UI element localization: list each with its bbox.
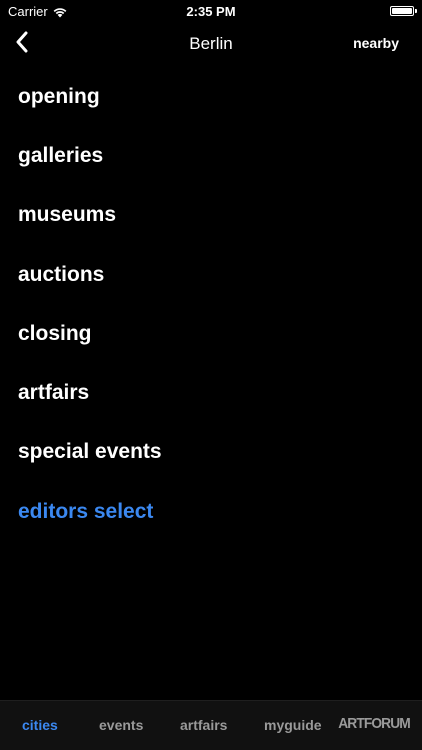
nearby-button[interactable]: nearby	[353, 35, 399, 51]
tab-bar: cities events artfairs myguide ARTFORUM	[0, 700, 422, 750]
battery-icon	[390, 6, 417, 16]
tab-myguide[interactable]: myguide	[264, 717, 322, 733]
menu-item-special-events[interactable]: special events	[0, 423, 422, 482]
tab-cities[interactable]: cities	[22, 717, 58, 733]
menu-item-opening[interactable]: opening	[0, 67, 422, 126]
status-bar: Carrier 2:35 PM	[0, 0, 422, 22]
menu-item-closing[interactable]: closing	[0, 304, 422, 363]
menu-item-artfairs[interactable]: artfairs	[0, 363, 422, 422]
battery-cap	[415, 9, 417, 13]
menu-item-museums[interactable]: museums	[0, 186, 422, 245]
tab-artfairs[interactable]: artfairs	[180, 717, 227, 733]
menu-item-galleries[interactable]: galleries	[0, 126, 422, 185]
menu-item-auctions[interactable]: auctions	[0, 245, 422, 304]
tab-artforum-logo[interactable]: ARTFORUM	[338, 715, 411, 732]
navigation-bar: Berlin nearby	[0, 22, 422, 66]
battery-level	[392, 8, 412, 14]
menu-item-editors-select[interactable]: editors select	[0, 482, 422, 541]
tab-events[interactable]: events	[99, 717, 143, 733]
status-time: 2:35 PM	[186, 4, 236, 19]
category-list: opening galleries museums auctions closi…	[0, 66, 422, 541]
